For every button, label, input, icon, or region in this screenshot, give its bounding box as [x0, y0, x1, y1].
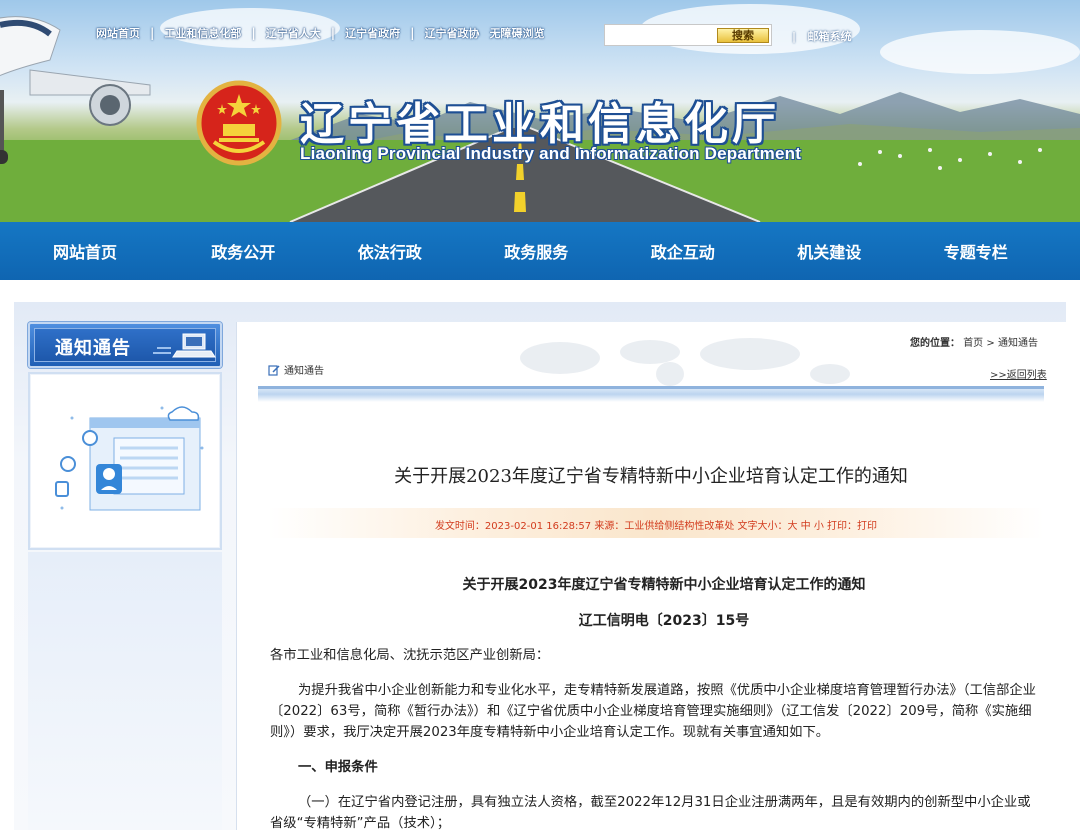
paragraph-2: （一）在辽宁省内登记注册，具有独立法人资格，截至2022年12月31日企业注册满… — [270, 795, 1031, 831]
article-title: 关于开展2023年度辽宁省专精特新中小企业培育认定工作的通知 — [394, 466, 908, 487]
top-link-home[interactable]: 网站首页 — [96, 25, 140, 41]
mail-system-link[interactable]: | 邮箱系统 — [792, 28, 852, 44]
nav-item-government-services[interactable]: 政务服务 — [463, 239, 610, 263]
paragraph-1: 为提升我省中小企业创新能力和专业化水平，走专精特新发展道路，按照《优质中小企业梯… — [270, 683, 1036, 740]
sidebar-illustration-box — [28, 372, 222, 550]
divider: | — [251, 26, 256, 40]
breadcrumb-separator: > — [986, 338, 995, 349]
search-input[interactable] — [607, 27, 713, 43]
sidebar-title: 通知通告 — [55, 338, 131, 359]
section-heading-1: 一、申报条件 — [298, 760, 378, 775]
divider: | — [330, 26, 336, 40]
column-title: 通知通告 — [284, 366, 324, 377]
header-banner: 网站首页 | 工业和信息化部 | 辽宁省人大 | 辽宁省政府 | 辽宁省政协 无… — [0, 0, 1080, 222]
article-meta: 发文时间：2023-02-01 16:28:57 来源：工业供给侧结构性改革处 … — [434, 521, 878, 532]
nav-item-law-administration[interactable]: 依法行政 — [317, 239, 464, 263]
top-link-miit[interactable]: 工业和信息化部 — [164, 25, 241, 41]
top-link-cppcc[interactable]: 辽宁省政协 — [425, 25, 480, 41]
divider: | — [410, 26, 415, 40]
top-link-npc[interactable]: 辽宁省人大 — [266, 25, 321, 41]
column-title-bar: 通知通告 — [268, 362, 324, 377]
nav-item-open-government[interactable]: 政务公开 — [170, 239, 317, 263]
nav-item-special-topics[interactable]: 专题专栏 — [903, 239, 1050, 263]
breadcrumb-label: 您的位置： — [910, 338, 960, 349]
mail-system-label: 邮箱系统 — [807, 30, 852, 43]
computer-icon — [153, 333, 216, 358]
sidebar-header: 通知通告 — [28, 322, 222, 368]
divider: | — [150, 26, 155, 40]
breadcrumb-current-link[interactable]: 通知通告 — [998, 338, 1038, 349]
main-nav: 网站首页 政务公开 依法行政 政务服务 政企互动 机关建设 专题专栏 — [0, 222, 1080, 280]
document-number: 辽工信明电〔2023〕15号 — [578, 613, 750, 629]
sidebar-background — [28, 552, 222, 830]
top-links-bar: 网站首页 | 工业和信息化部 | 辽宁省人大 | 辽宁省政府 | 辽宁省政协 无… — [96, 23, 545, 43]
search-box: 搜索 — [604, 24, 772, 46]
world-map-graphic — [520, 338, 850, 386]
search-button[interactable]: 搜索 — [717, 28, 769, 43]
sidebar-header-inner: 通知通告 — [34, 328, 216, 362]
back-to-list-link[interactable]: >>返回列表 — [990, 366, 1047, 381]
cloud — [880, 30, 1080, 74]
header-rule — [258, 386, 1044, 402]
site-subtitle: Liaoning Provincial Industry and Informa… — [300, 144, 802, 163]
national-emblem-icon — [196, 80, 282, 166]
top-link-government[interactable]: 辽宁省政府 — [345, 25, 400, 41]
notice-board-icon — [55, 406, 204, 511]
nav-item-interaction[interactable]: 政企互动 — [610, 239, 757, 263]
breadcrumb-home-link[interactable]: 首页 — [963, 338, 983, 349]
nav-item-home[interactable]: 网站首页 — [0, 239, 170, 263]
document-title: 关于开展2023年度辽宁省专精特新中小企业培育认定工作的通知 — [462, 577, 866, 593]
article-meta-bar: 发文时间：2023-02-01 16:28:57 来源：工业供给侧结构性改革处 … — [268, 508, 1044, 538]
site-title: 辽宁省工业和信息化厅 — [300, 99, 780, 150]
salutation: 各市工业和信息化局、沈抚示范区产业创新局： — [270, 648, 550, 663]
breadcrumb: 您的位置： 首页 > 通知通告 — [910, 334, 1038, 349]
edit-icon — [268, 364, 280, 376]
nav-item-organization[interactable]: 机关建设 — [756, 239, 903, 263]
top-link-accessibility[interactable]: 无障碍浏览 — [490, 25, 545, 41]
